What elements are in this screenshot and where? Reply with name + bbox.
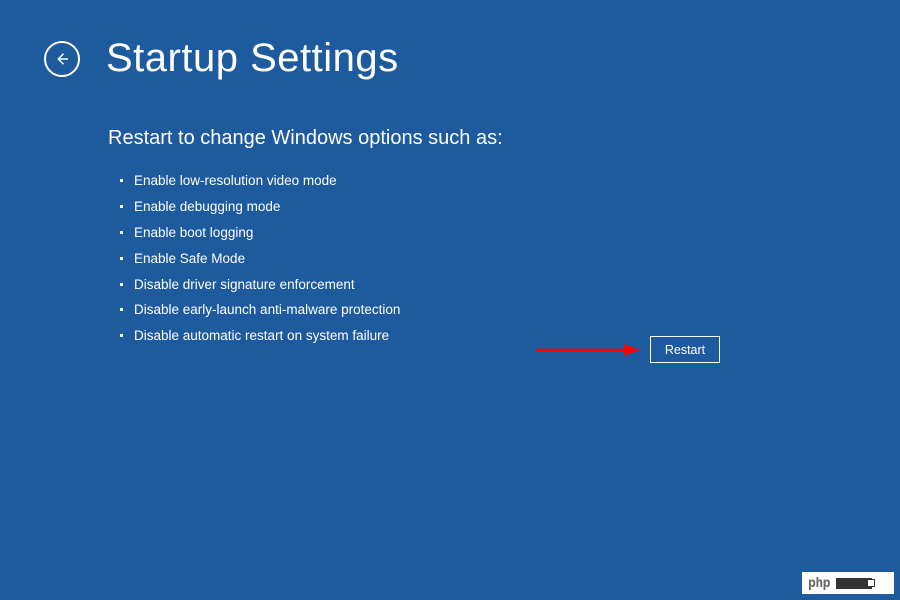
content-area: Restart to change Windows options such a… xyxy=(0,81,900,346)
list-item: Disable automatic restart on system fail… xyxy=(120,327,900,346)
restart-button[interactable]: Restart xyxy=(650,336,720,363)
back-button[interactable] xyxy=(44,41,80,77)
watermark-bar-icon xyxy=(836,578,872,589)
watermark-text: php xyxy=(808,576,830,591)
page-title: Startup Settings xyxy=(106,36,399,81)
list-item: Enable low-resolution video mode xyxy=(120,172,900,191)
back-arrow-icon xyxy=(53,50,71,68)
list-item: Enable Safe Mode xyxy=(120,250,900,269)
list-item: Enable boot logging xyxy=(120,224,900,243)
watermark: php xyxy=(802,572,894,594)
options-list: Enable low-resolution video mode Enable … xyxy=(108,172,900,346)
list-item: Disable driver signature enforcement xyxy=(120,276,900,295)
subtitle: Restart to change Windows options such a… xyxy=(108,127,900,150)
list-item: Disable early-launch anti-malware protec… xyxy=(120,301,900,320)
list-item: Enable debugging mode xyxy=(120,198,900,217)
